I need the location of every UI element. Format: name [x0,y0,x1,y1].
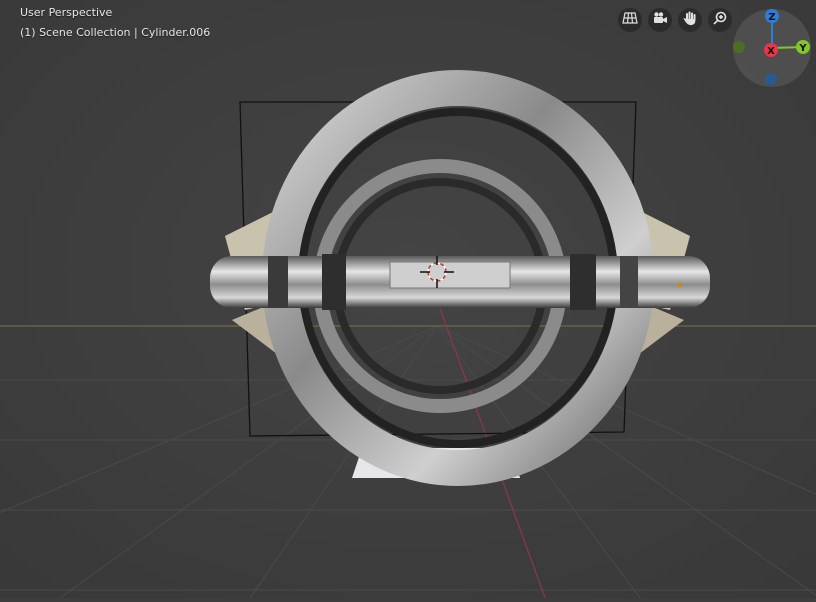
gizmo-neg-z-handle[interactable] [765,73,777,85]
grid-view-button[interactable] [618,8,642,32]
3d-viewport[interactable]: User Perspective (1) Scene Collection | … [0,0,816,599]
collection-label: (1) Scene Collection | Cylinder.006 [20,26,211,39]
camera-icon [652,10,668,30]
gizmo-neg-y-handle[interactable] [733,41,745,53]
camera-view-button[interactable] [648,8,672,32]
zoom-view-button[interactable] [708,8,732,32]
gizmo-y-handle[interactable]: Y [796,40,810,54]
navigation-gizmo[interactable]: Z Y X [732,8,812,88]
viewport-scene [0,0,816,599]
view-name: User Perspective [20,6,113,19]
gizmo-x-handle[interactable]: X [764,43,778,57]
gizmo-x-label: X [767,46,775,57]
gizmo-z-handle[interactable]: Z [765,9,779,23]
gizmo-z-label: Z [768,12,775,23]
gizmo-y-label: Y [798,43,807,54]
hand-icon [682,10,698,30]
grid-icon [622,10,638,30]
pan-view-button[interactable] [678,8,702,32]
zoom-icon [712,10,728,30]
lightsaber-hilt [210,254,710,310]
